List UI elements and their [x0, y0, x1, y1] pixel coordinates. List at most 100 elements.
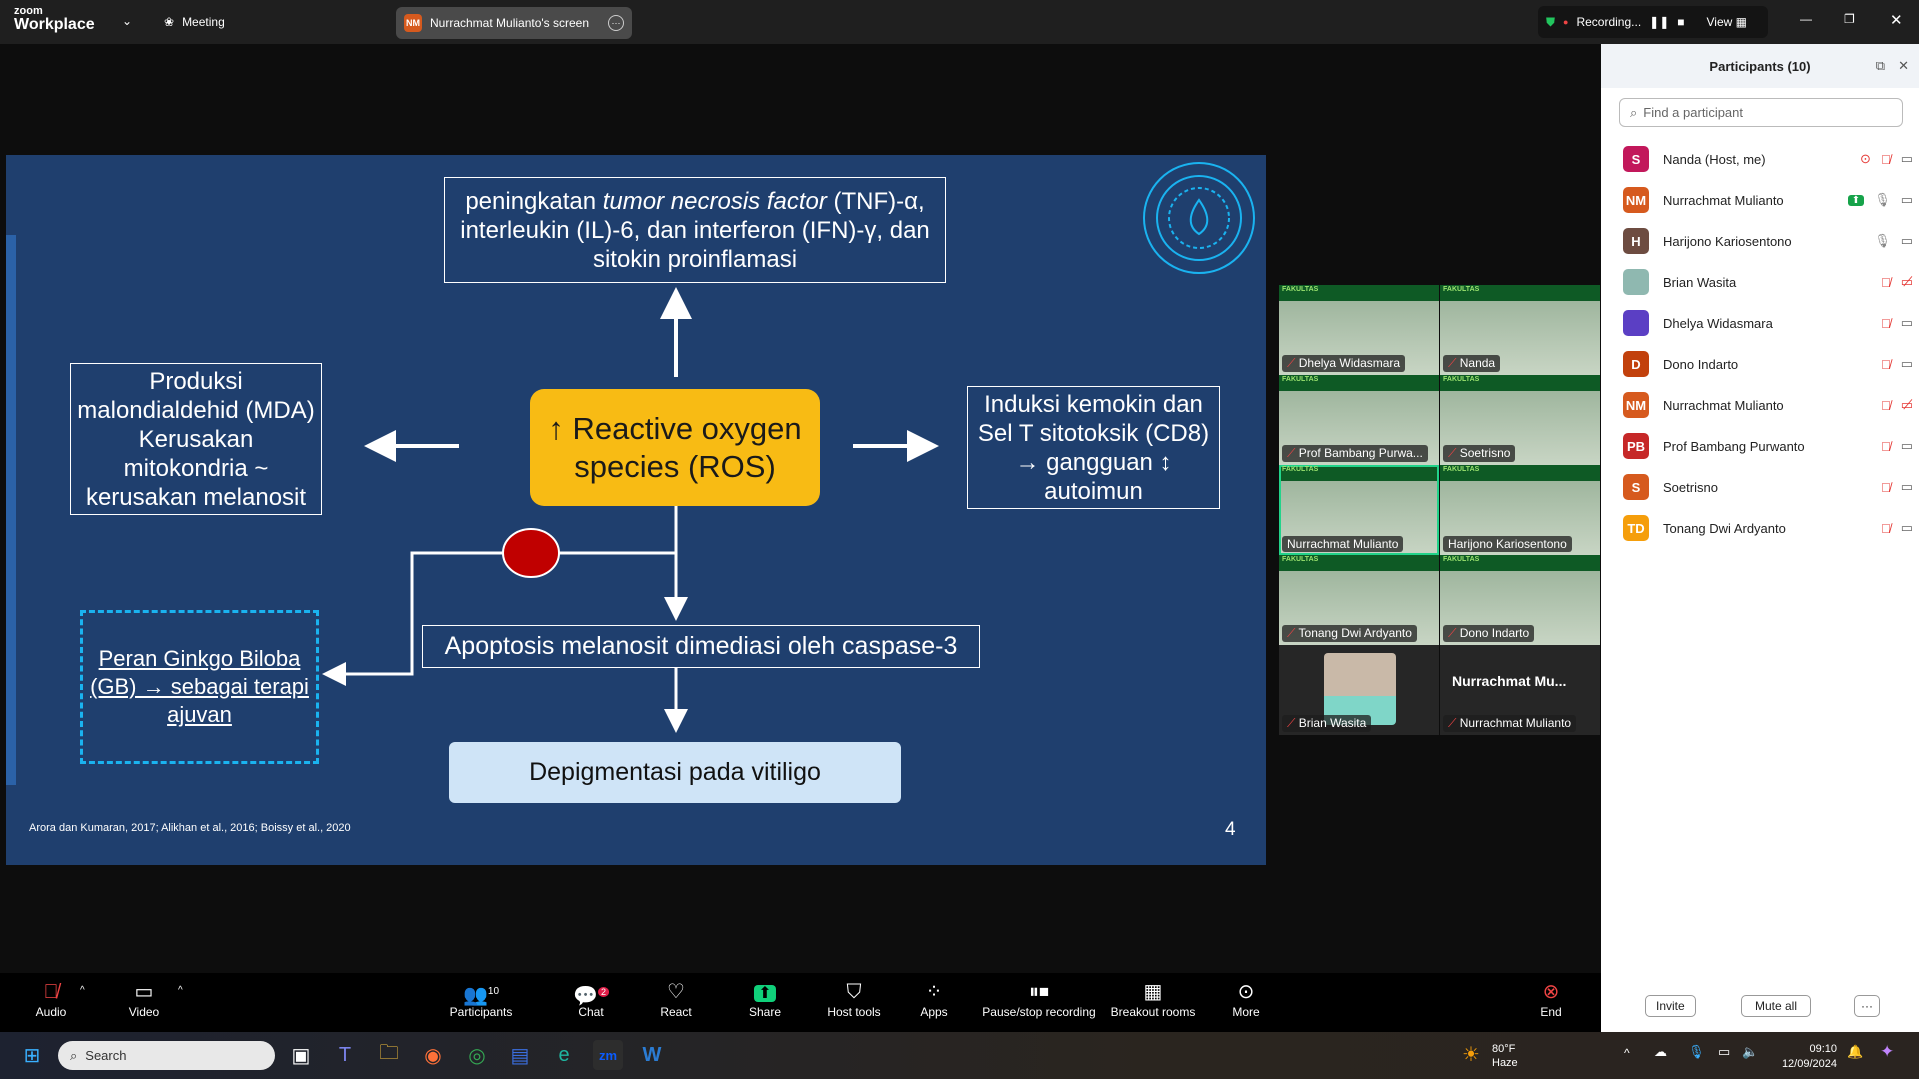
taskbar-search[interactable]: ⌕ Search [58, 1041, 275, 1070]
firefox-icon[interactable]: ◉ [418, 1040, 448, 1070]
notification-bell-icon[interactable]: 🔔 [1847, 1044, 1863, 1060]
mic-icon[interactable]: 🎙 [1874, 192, 1891, 208]
participant-name: Tonang Dwi Ardyanto [1663, 520, 1786, 536]
file-explorer-icon[interactable]: 🗀 [374, 1040, 404, 1070]
pause-stop-recording-button[interactable]: ⏸⏹ Pause/stop recording [982, 979, 1095, 1019]
chevron-down-icon[interactable]: ⌄ [122, 14, 132, 28]
host-tools-button[interactable]: ⛉ Host tools [827, 979, 880, 1019]
teams-icon[interactable]: T [330, 1040, 360, 1070]
mic-icon[interactable]: 🎙 [1874, 233, 1891, 249]
participant-row[interactable]: S Nanda (Host, me) ⊙ 🎙̸ ▭ [1623, 142, 1913, 176]
volume-icon[interactable]: 🔈 [1742, 1044, 1758, 1060]
participant-row[interactable]: PB Prof Bambang Purwanto 🎙̸ ▭ [1623, 429, 1913, 463]
video-tile[interactable]: Nurrachmat Mu... ⟋ Nurrachmat Mulianto [1440, 645, 1600, 735]
video-tile[interactable]: FAKULTAS Nurrachmat Mulianto [1279, 465, 1439, 555]
participant-row[interactable]: NM Nurrachmat Mulianto 🎙̸ ▭̸ [1623, 388, 1913, 422]
shield-icon: ⛉ [846, 981, 862, 1003]
mic-muted-icon: ⟋ [1448, 716, 1460, 730]
tray-chevron-icon[interactable]: ^ [1624, 1046, 1630, 1060]
mic-muted-icon: ⟋ [1287, 716, 1299, 730]
pop-out-icon[interactable]: ⧉ [1876, 58, 1885, 74]
chat-button[interactable]: 💬 2 Chat [573, 979, 609, 1019]
weather-widget[interactable]: 80°F Haze [1492, 1042, 1518, 1070]
camera-icon[interactable]: ▭ [1901, 192, 1913, 208]
copilot-icon[interactable]: ✦ [1880, 1042, 1894, 1062]
mic-muted-icon[interactable]: 🎙̸ [1881, 316, 1891, 331]
mic-muted-icon[interactable]: 🎙̸ [1881, 152, 1891, 167]
close-icon[interactable]: ✕ [1898, 58, 1909, 74]
breakout-rooms-button[interactable]: ▦ Breakout rooms [1111, 979, 1196, 1019]
meeting-button[interactable]: ❀ Meeting [164, 15, 225, 29]
invite-button[interactable]: Invite [1645, 995, 1696, 1017]
chat-badge: 2 [597, 987, 609, 997]
video-tile[interactable]: FAKULTAS ⟋ Tonang Dwi Ardyanto [1279, 555, 1439, 645]
camera-off-icon[interactable]: ▭̸ [1901, 274, 1913, 290]
restore-button[interactable]: ❐ [1844, 12, 1855, 26]
camera-icon[interactable]: ▭ [1901, 233, 1913, 249]
edge-icon[interactable]: e [549, 1040, 579, 1070]
screen-share-indicator[interactable]: NM Nurrachmat Mulianto's screen ··· [396, 7, 632, 39]
video-tile[interactable]: FAKULTAS ⟋ Soetrisno [1440, 375, 1600, 465]
camera-icon[interactable]: ▭ [1901, 438, 1913, 454]
pause-icon[interactable]: ❚❚ [1649, 15, 1669, 29]
more-button[interactable]: ⊙ More [1232, 979, 1259, 1019]
camera-icon[interactable]: ▭ [1901, 520, 1913, 536]
display-icon[interactable]: ▭ [1718, 1044, 1730, 1060]
apps-button[interactable]: ⁘ Apps [920, 979, 947, 1019]
video-button[interactable]: ▭ Video [129, 979, 159, 1019]
network-icon[interactable]: ☁ [1654, 1044, 1667, 1060]
participant-row[interactable]: Dhelya Widasmara 🎙̸ ▭ [1623, 306, 1913, 340]
mic-muted-icon: ⟋ [1448, 626, 1460, 640]
record-dot-icon: ● [1563, 17, 1569, 27]
word-icon[interactable]: W [637, 1040, 667, 1070]
camera-icon[interactable]: ▭ [1901, 479, 1913, 495]
microphone-icon[interactable]: 🎙 [1688, 1044, 1705, 1060]
participant-row[interactable]: S Soetrisno 🎙̸ ▭ [1623, 470, 1913, 504]
participant-row[interactable]: D Dono Indarto 🎙̸ ▭ [1623, 347, 1913, 381]
close-button[interactable]: ✕ [1890, 11, 1903, 29]
mic-muted-icon[interactable]: 🎙̸ [1881, 275, 1891, 290]
task-view-icon[interactable]: ▣ [286, 1040, 316, 1070]
camera-icon[interactable]: ▭ [1901, 151, 1913, 167]
participant-row[interactable]: TD Tonang Dwi Ardyanto 🎙̸ ▭ [1623, 511, 1913, 545]
share-button[interactable]: ⬆ Share [749, 979, 781, 1019]
video-tile[interactable]: FAKULTAS ⟋ Dhelya Widasmara [1279, 285, 1439, 375]
mute-all-button[interactable]: Mute all [1741, 995, 1811, 1017]
minimize-button[interactable]: — [1800, 12, 1812, 26]
more-icon[interactable]: ··· [608, 15, 624, 31]
camera-icon[interactable]: ▭ [1901, 315, 1913, 331]
clock[interactable]: 09:10 12/09/2024 [1775, 1042, 1837, 1072]
mic-muted-icon[interactable]: 🎙̸ [1881, 521, 1891, 536]
participant-name: Brian Wasita [1663, 274, 1737, 290]
mic-muted-icon[interactable]: 🎙̸ [1881, 480, 1891, 495]
audio-button[interactable]: 🎙̸ Audio [36, 979, 67, 1019]
video-tile[interactable]: FAKULTAS ⟋ Dono Indarto [1440, 555, 1600, 645]
participant-search-input[interactable]: ⌕ Find a participant [1619, 98, 1903, 127]
zoom-taskbar-icon[interactable]: zm [593, 1040, 623, 1070]
mic-muted-icon[interactable]: 🎙̸ [1881, 439, 1891, 454]
video-tile[interactable]: ⟋ Brian Wasita [1279, 645, 1439, 735]
heart-icon: ♡ [667, 981, 685, 1003]
camera-off-icon[interactable]: ▭̸ [1901, 397, 1913, 413]
video-tile[interactable]: FAKULTAS ⟋ Nanda [1440, 285, 1600, 375]
video-tile[interactable]: FAKULTAS Harijono Kariosentono [1440, 465, 1600, 555]
video-tile[interactable]: FAKULTAS ⟋ Prof Bambang Purwa... [1279, 375, 1439, 465]
participant-row[interactable]: NM Nurrachmat Mulianto ⬆ 🎙 ▭ [1623, 183, 1913, 217]
mic-muted-icon[interactable]: 🎙̸ [1881, 357, 1891, 372]
view-button[interactable]: View ▦ [1707, 15, 1747, 29]
participant-row[interactable]: H Harijono Kariosentono 🎙 ▭ [1623, 224, 1913, 258]
more-options-button[interactable]: ··· [1854, 995, 1880, 1017]
video-options-caret[interactable]: ^ [178, 985, 183, 996]
mic-muted-icon[interactable]: 🎙̸ [1881, 398, 1891, 413]
audio-options-caret[interactable]: ^ [80, 985, 85, 996]
windows-start-icon[interactable]: ⊞ [17, 1040, 47, 1070]
stop-icon[interactable]: ■ [1677, 15, 1684, 29]
end-button[interactable]: ⊗ End [1540, 979, 1561, 1019]
participants-button[interactable]: 👥10 Participants [450, 979, 513, 1019]
participant-row[interactable]: Brian Wasita 🎙̸ ▭̸ [1623, 265, 1913, 299]
chrome-icon[interactable]: ◎ [462, 1040, 492, 1070]
app-icon[interactable]: ▤ [505, 1040, 535, 1070]
camera-icon[interactable]: ▭ [1901, 356, 1913, 372]
react-button[interactable]: ♡ React [660, 979, 691, 1019]
tile-name-label: ⟋ Brian Wasita [1282, 715, 1372, 732]
